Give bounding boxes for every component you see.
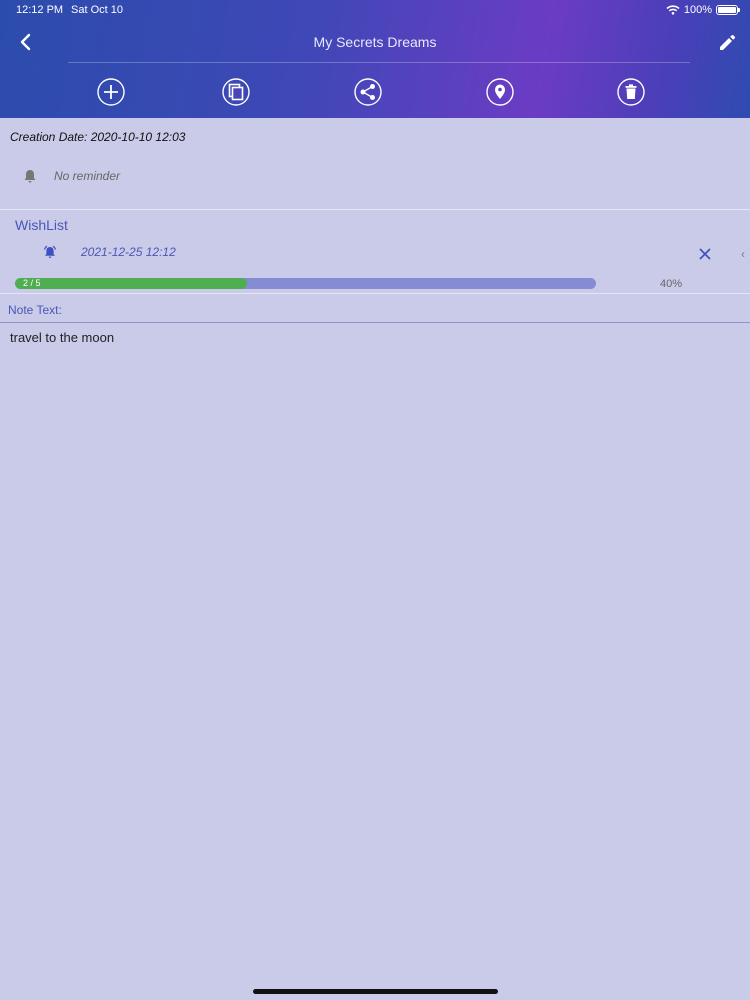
expand-chevron[interactable]: ‹ — [741, 247, 745, 261]
progress-percent: 40% — [660, 278, 683, 290]
location-pin-icon — [486, 78, 514, 106]
share-button[interactable] — [353, 77, 383, 107]
reminder-row[interactable]: No reminder — [22, 168, 120, 184]
pencil-icon — [720, 34, 736, 50]
section-divider — [0, 209, 750, 210]
wishlist-progress-bar: 2 / 5 — [15, 278, 596, 289]
progress-count: 2 / 5 — [23, 278, 41, 288]
note-label-divider — [0, 322, 750, 323]
home-indicator — [253, 989, 498, 994]
wishlist-label: WishList — [15, 217, 68, 233]
share-icon — [354, 78, 382, 106]
progress-fill — [15, 278, 248, 289]
note-text-label: Note Text: — [8, 303, 62, 317]
header-bar: 12:12 PM Sat Oct 10 100% My Secrets Drea… — [0, 0, 750, 118]
location-button[interactable] — [485, 77, 515, 107]
battery-percent: 100% — [683, 4, 712, 16]
delete-button[interactable] — [616, 77, 646, 107]
close-icon — [699, 248, 711, 260]
page-title: My Secrets Dreams — [313, 34, 437, 50]
remove-alarm-button[interactable] — [697, 246, 713, 262]
creation-date: Creation Date: 2020-10-10 12:03 — [10, 130, 186, 144]
note-text-content[interactable]: travel to the moon — [10, 330, 114, 345]
wishlist-alarm-row[interactable]: 2021-12-25 12:12 — [42, 244, 176, 260]
duplicate-icon — [222, 78, 250, 106]
status-time: 12:12 PM — [16, 4, 64, 16]
duplicate-button[interactable] — [221, 77, 251, 107]
status-indicators: 100% — [666, 4, 740, 16]
add-circle-icon — [97, 78, 125, 106]
battery-icon — [716, 5, 740, 15]
add-button[interactable] — [96, 77, 126, 107]
section-divider — [0, 293, 750, 294]
edit-button[interactable] — [716, 32, 738, 54]
alarm-icon — [43, 245, 57, 258]
bell-icon — [24, 170, 36, 183]
reminder-label: No reminder — [54, 169, 121, 183]
trash-icon — [617, 78, 645, 106]
header-divider — [68, 62, 690, 63]
status-date: Sat Oct 10 — [71, 4, 123, 16]
wifi-icon — [666, 5, 680, 15]
alarm-date: 2021-12-25 12:12 — [81, 245, 176, 259]
